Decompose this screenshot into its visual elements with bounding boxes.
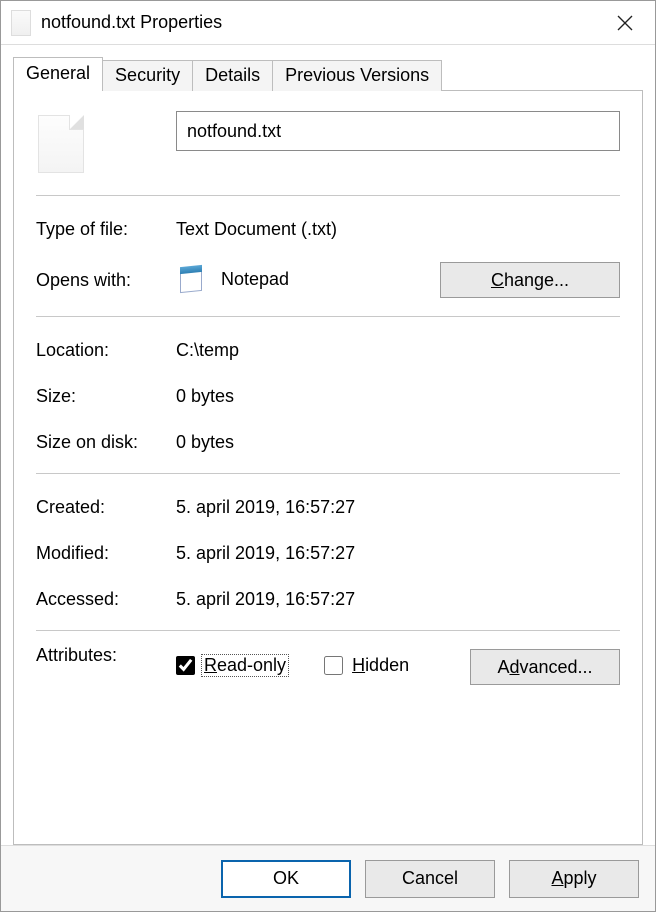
change-button[interactable]: Change... xyxy=(440,262,620,298)
file-icon-cell xyxy=(36,111,176,173)
content-area: General Security Details Previous Versio… xyxy=(1,45,655,845)
type-row: Type of file: Text Document (.txt) xyxy=(36,206,620,252)
modified-label: Modified: xyxy=(36,543,176,564)
created-row: Created: 5. april 2019, 16:57:27 xyxy=(36,484,620,530)
apply-button[interactable]: Apply xyxy=(509,860,639,898)
size-on-disk-label: Size on disk: xyxy=(36,432,176,453)
type-label: Type of file: xyxy=(36,219,176,240)
created-label: Created: xyxy=(36,497,176,518)
opens-with-value: Notepad xyxy=(176,265,440,295)
attributes-row: Attributes: Read-only Hidden Advanced... xyxy=(36,641,620,693)
tab-general[interactable]: General xyxy=(13,57,103,90)
created-value: 5. april 2019, 16:57:27 xyxy=(176,497,620,518)
modified-value: 5. april 2019, 16:57:27 xyxy=(176,543,620,564)
filename-input[interactable] xyxy=(176,111,620,151)
close-icon xyxy=(617,15,633,31)
tab-previous-versions[interactable]: Previous Versions xyxy=(272,60,442,91)
opens-with-row: Opens with: Notepad Change... xyxy=(36,252,620,308)
dialog-footer: OK Cancel Apply xyxy=(1,845,655,911)
file-icon xyxy=(11,10,31,36)
opens-with-label: Opens with: xyxy=(36,270,176,291)
location-value: C:\temp xyxy=(176,340,620,361)
size-value: 0 bytes xyxy=(176,386,620,407)
window-title: notfound.txt Properties xyxy=(41,12,603,33)
general-panel: Type of file: Text Document (.txt) Opens… xyxy=(13,90,643,845)
filename-row xyxy=(36,111,620,187)
location-row: Location: C:\temp xyxy=(36,327,620,373)
type-value: Text Document (.txt) xyxy=(176,219,620,240)
properties-dialog: notfound.txt Properties General Security… xyxy=(0,0,656,912)
size-label: Size: xyxy=(36,386,176,407)
tabs-strip: General Security Details Previous Versio… xyxy=(13,55,643,90)
separator xyxy=(36,630,620,631)
size-on-disk-value: 0 bytes xyxy=(176,432,620,453)
opens-with-app: Notepad xyxy=(221,269,289,289)
cancel-button[interactable]: Cancel xyxy=(365,860,495,898)
hidden-checkbox-input[interactable] xyxy=(324,656,343,675)
accessed-row: Accessed: 5. april 2019, 16:57:27 xyxy=(36,576,620,622)
accessed-value: 5. april 2019, 16:57:27 xyxy=(176,589,620,610)
close-button[interactable] xyxy=(603,8,647,38)
readonly-checkbox-input[interactable] xyxy=(176,656,195,675)
hidden-checkbox[interactable]: Hidden xyxy=(324,654,412,677)
tab-security[interactable]: Security xyxy=(102,60,193,91)
attributes-label: Attributes: xyxy=(36,641,176,666)
separator xyxy=(36,195,620,196)
accessed-label: Accessed: xyxy=(36,589,176,610)
modified-row: Modified: 5. april 2019, 16:57:27 xyxy=(36,530,620,576)
separator xyxy=(36,316,620,317)
size-row: Size: 0 bytes xyxy=(36,373,620,419)
titlebar: notfound.txt Properties xyxy=(1,1,655,45)
location-label: Location: xyxy=(36,340,176,361)
notepad-icon xyxy=(176,265,206,295)
document-icon xyxy=(38,115,84,173)
size-on-disk-row: Size on disk: 0 bytes xyxy=(36,419,620,465)
ok-button[interactable]: OK xyxy=(221,860,351,898)
readonly-checkbox[interactable]: Read-only xyxy=(176,654,289,677)
separator xyxy=(36,473,620,474)
attributes-value: Read-only Hidden xyxy=(176,654,470,680)
advanced-button[interactable]: Advanced... xyxy=(470,649,620,685)
tab-details[interactable]: Details xyxy=(192,60,273,91)
